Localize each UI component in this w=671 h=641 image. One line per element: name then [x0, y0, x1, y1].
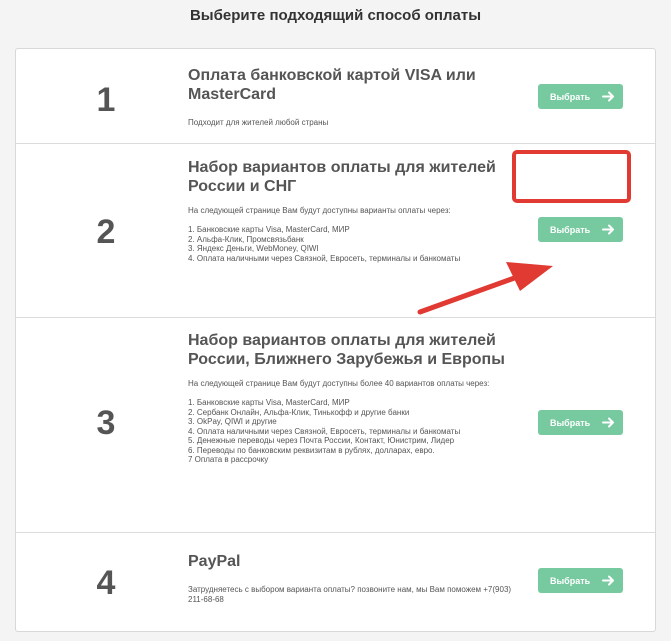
page-title: Выберите подходящий способ оплаты	[189, 7, 482, 24]
payment-option-3: 3 Набор вариантов оплаты для жителей Рос…	[16, 318, 655, 533]
arrow-right-icon	[602, 575, 614, 586]
option-number: 3	[96, 404, 116, 442]
choose-button-option-1[interactable]: Выбрать	[538, 84, 623, 109]
payment-option-4: 4 PayPal Затрудняетесь с выбором вариант…	[16, 533, 655, 631]
option-description: Затрудняетесь с выбором варианта оплаты?…	[188, 585, 512, 604]
option-title: Набор вариантов оплаты для жителей Росси…	[188, 159, 496, 195]
option-description: На следующей странице Вам будут доступны…	[188, 379, 490, 464]
payment-option-1: 1 Оплата банковской картой VISA или Mast…	[16, 49, 655, 144]
button-label: Выбрать	[550, 224, 591, 235]
option-number: 2	[96, 213, 116, 251]
choose-button-option-3[interactable]: Выбрать	[538, 410, 623, 435]
option-number: 4	[96, 564, 116, 602]
option-description: На следующей странице Вам будут доступны…	[188, 206, 461, 263]
choose-button-option-2[interactable]: Выбрать	[538, 217, 623, 242]
payment-options-panel: 1 Оплата банковской картой VISA или Mast…	[15, 48, 656, 632]
button-label: Выбрать	[550, 575, 591, 586]
option-number: 1	[96, 81, 116, 119]
option-title: Набор вариантов оплаты для жителей Росси…	[188, 332, 505, 368]
option-title: PayPal	[188, 553, 241, 570]
highlight-box	[512, 150, 631, 203]
button-label: Выбрать	[550, 417, 591, 428]
arrow-right-icon	[602, 91, 614, 102]
choose-button-option-4[interactable]: Выбрать	[538, 568, 623, 593]
option-title: Оплата банковской картой VISA или Master…	[188, 67, 476, 103]
option-description: Подходит для жителей любой страны	[188, 118, 329, 127]
button-label: Выбрать	[550, 91, 591, 102]
arrow-right-icon	[602, 224, 614, 235]
arrow-right-icon	[602, 417, 614, 428]
